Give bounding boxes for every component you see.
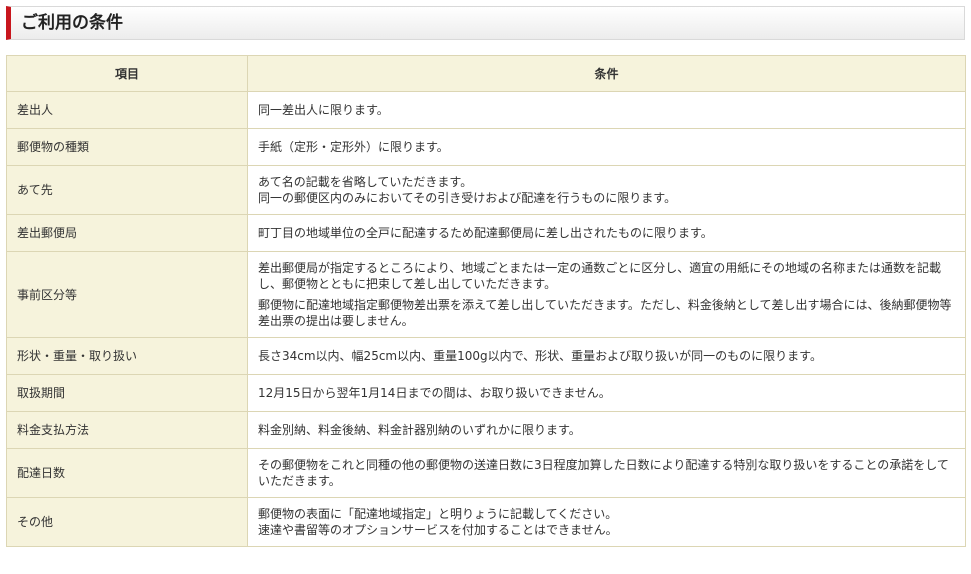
condition-text: 郵便物の表面に「配達地域指定」と明りょうに記載してください。 xyxy=(258,507,618,521)
table-row: 取扱期間 12月15日から翌年1月14日までの間は、お取り扱いできません。 xyxy=(6,374,966,412)
table-row: あて先 あて名の記載を省略していただきます。 同一の郵便区内のみにおいてその引き… xyxy=(6,165,966,215)
header-item: 項目 xyxy=(6,55,248,92)
row-item-label: その他 xyxy=(6,497,248,547)
row-item-label: 取扱期間 xyxy=(6,374,248,412)
condition-paragraph: 差出郵便局が指定するところにより、地域ごとまたは一定の通数ごとに区分し、適宜の用… xyxy=(258,261,942,291)
table-row: 差出人 同一差出人に限ります。 xyxy=(6,91,966,129)
row-item-label: 差出郵便局 xyxy=(6,214,248,252)
condition-text: 12月15日から翌年1月14日までの間は、お取り扱いできません。 xyxy=(258,386,611,400)
table-row: その他 郵便物の表面に「配達地域指定」と明りょうに記載してください。 速達や書留… xyxy=(6,497,966,547)
table-header-row: 項目 条件 xyxy=(6,55,966,92)
row-condition: 同一差出人に限ります。 xyxy=(247,91,966,129)
row-condition: あて名の記載を省略していただきます。 同一の郵便区内のみにおいてその引き受けおよ… xyxy=(247,165,966,215)
condition-text: 同一の郵便区内のみにおいてその引き受けおよび配達を行うものに限ります。 xyxy=(258,191,677,205)
section-header: ご利用の条件 xyxy=(6,6,965,40)
row-condition: 差出郵便局が指定するところにより、地域ごとまたは一定の通数ごとに区分し、適宜の用… xyxy=(247,251,966,338)
page: ご利用の条件 項目 条件 差出人 同一差出人に限ります。 郵便物の種類 手紙（定 xyxy=(0,0,971,574)
row-item-label: 配達日数 xyxy=(6,448,248,498)
condition-text: 手紙（定形・定形外）に限ります。 xyxy=(258,140,449,154)
section-title: ご利用の条件 xyxy=(21,12,123,33)
condition-text: あて名の記載を省略していただきます。 xyxy=(258,175,473,189)
row-item-label: 郵便物の種類 xyxy=(6,128,248,166)
conditions-table: 項目 条件 差出人 同一差出人に限ります。 郵便物の種類 手紙（定形・定形外）に… xyxy=(6,55,966,547)
row-item-label: あて先 xyxy=(6,165,248,215)
row-item-label: 差出人 xyxy=(6,91,248,129)
table-row: 配達日数 その郵便物をこれと同種の他の郵便物の送達日数に3日程度加算した日数によ… xyxy=(6,448,966,498)
row-condition: 郵便物の表面に「配達地域指定」と明りょうに記載してください。 速達や書留等のオプ… xyxy=(247,497,966,547)
condition-paragraph: その郵便物をこれと同種の他の郵便物の送達日数に3日程度加算した日数により配達する… xyxy=(258,458,949,488)
row-condition: 手紙（定形・定形外）に限ります。 xyxy=(247,128,966,166)
row-condition: 長さ34cm以内、幅25cm以内、重量100g以内で、形状、重量および取り扱いが… xyxy=(247,337,966,375)
condition-text: 町丁目の地域単位の全戸に配達するため配達郵便局に差し出されたものに限ります。 xyxy=(258,226,713,240)
table-row: 形状・重量・取り扱い 長さ34cm以内、幅25cm以内、重量100g以内で、形状… xyxy=(6,337,966,375)
row-item-label: 料金支払方法 xyxy=(6,411,248,449)
row-condition: 12月15日から翌年1月14日までの間は、お取り扱いできません。 xyxy=(247,374,966,412)
condition-text: 長さ34cm以内、幅25cm以内、重量100g以内で、形状、重量および取り扱いが… xyxy=(258,349,822,363)
condition-text: 速達や書留等のオプションサービスを付加することはできません。 xyxy=(258,523,618,537)
table-row: 料金支払方法 料金別納、料金後納、料金計器別納のいずれかに限ります。 xyxy=(6,411,966,449)
table-row: 差出郵便局 町丁目の地域単位の全戸に配達するため配達郵便局に差し出されたものに限… xyxy=(6,214,966,252)
row-item-label: 事前区分等 xyxy=(6,251,248,338)
condition-paragraph: 郵便物に配達地域指定郵便物差出票を添えて差し出していただきます。ただし、料金後納… xyxy=(258,298,952,328)
table-row: 事前区分等 差出郵便局が指定するところにより、地域ごとまたは一定の通数ごとに区分… xyxy=(6,251,966,338)
condition-text: 料金別納、料金後納、料金計器別納のいずれかに限ります。 xyxy=(258,423,581,437)
row-item-label: 形状・重量・取り扱い xyxy=(6,337,248,375)
row-condition: 町丁目の地域単位の全戸に配達するため配達郵便局に差し出されたものに限ります。 xyxy=(247,214,966,252)
row-condition: 料金別納、料金後納、料金計器別納のいずれかに限ります。 xyxy=(247,411,966,449)
header-condition: 条件 xyxy=(247,55,966,92)
row-condition: その郵便物をこれと同種の他の郵便物の送達日数に3日程度加算した日数により配達する… xyxy=(247,448,966,498)
table-row: 郵便物の種類 手紙（定形・定形外）に限ります。 xyxy=(6,128,966,166)
condition-text: 同一差出人に限ります。 xyxy=(258,103,389,117)
